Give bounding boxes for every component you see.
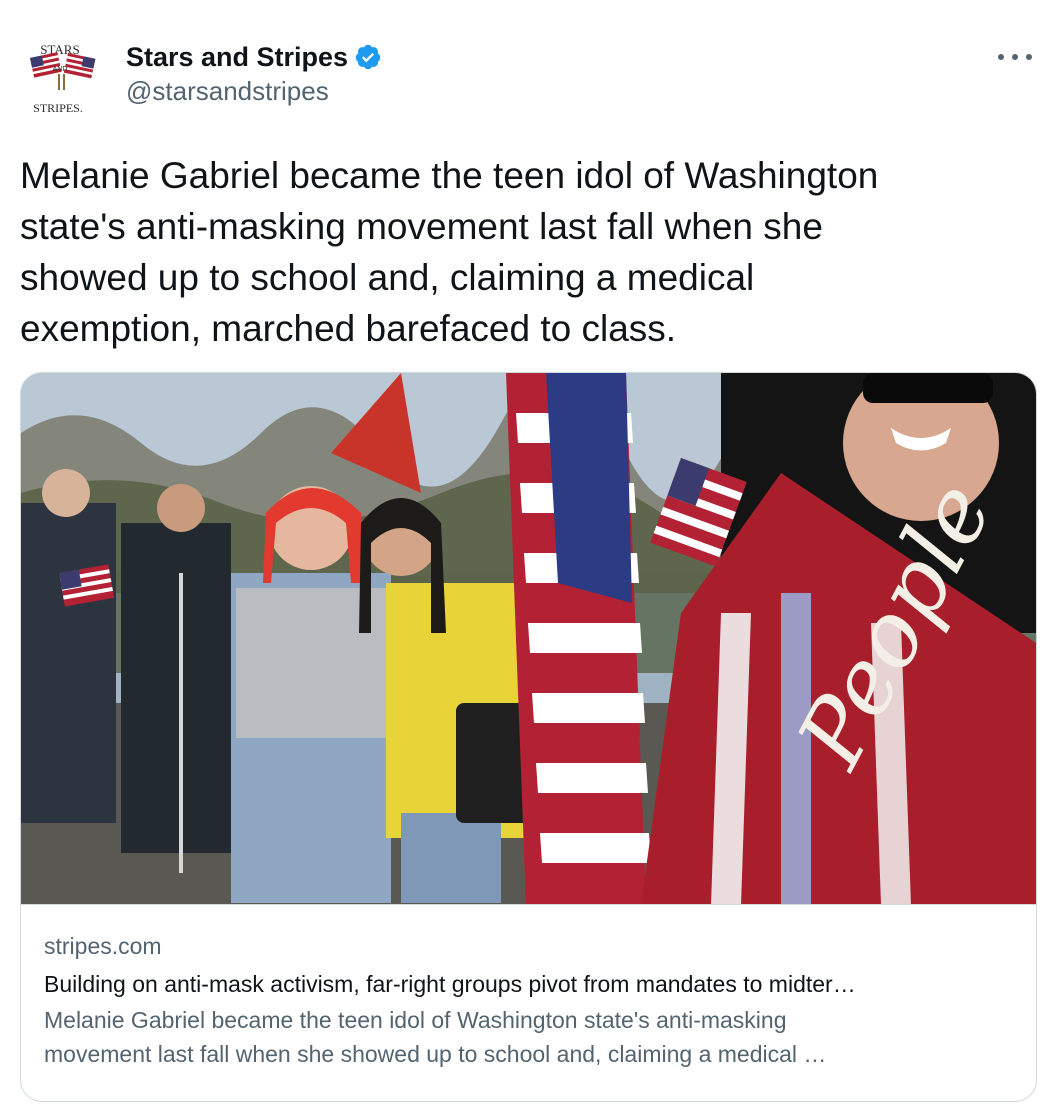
author-handle[interactable]: @starsandstripes bbox=[126, 76, 382, 107]
stars-and-stripes-logo: STARS AND STRIPES. bbox=[30, 42, 96, 115]
card-description: Melanie Gabriel became the teen idol of … bbox=[44, 1003, 1014, 1071]
tweet: STARS AND STRIPES. Stars and Stripes @st… bbox=[0, 0, 1054, 1118]
author-avatar[interactable]: STARS AND STRIPES. bbox=[20, 38, 104, 118]
logo-text-mid: AND bbox=[53, 66, 68, 73]
verified-badge-icon bbox=[355, 44, 381, 70]
author-info: Stars and Stripes @starsandstripes bbox=[126, 40, 382, 107]
card-meta: stripes.com Building on anti-mask activi… bbox=[44, 931, 1014, 1071]
author-display-name[interactable]: Stars and Stripes bbox=[126, 42, 348, 73]
logo-text-bottom: STRIPES. bbox=[33, 101, 83, 115]
card-description-line-2: movement last fall when she showed up to… bbox=[44, 1041, 827, 1067]
more-dots-icon[interactable] bbox=[998, 44, 1032, 70]
card-domain: stripes.com bbox=[44, 933, 162, 959]
name-row: Stars and Stripes bbox=[126, 40, 382, 74]
card-description-line-1: Melanie Gabriel became the teen idol of … bbox=[44, 1007, 787, 1033]
card-title[interactable]: Building on anti-mask activism, far-righ… bbox=[44, 968, 1014, 1000]
tweet-text: Melanie Gabriel became the teen idol of … bbox=[20, 155, 879, 349]
link-preview-card[interactable]: People stripes.com Building on anti-mask… bbox=[20, 372, 1037, 1102]
protest-photo: People bbox=[21, 373, 1036, 904]
card-image: People bbox=[21, 373, 1036, 905]
